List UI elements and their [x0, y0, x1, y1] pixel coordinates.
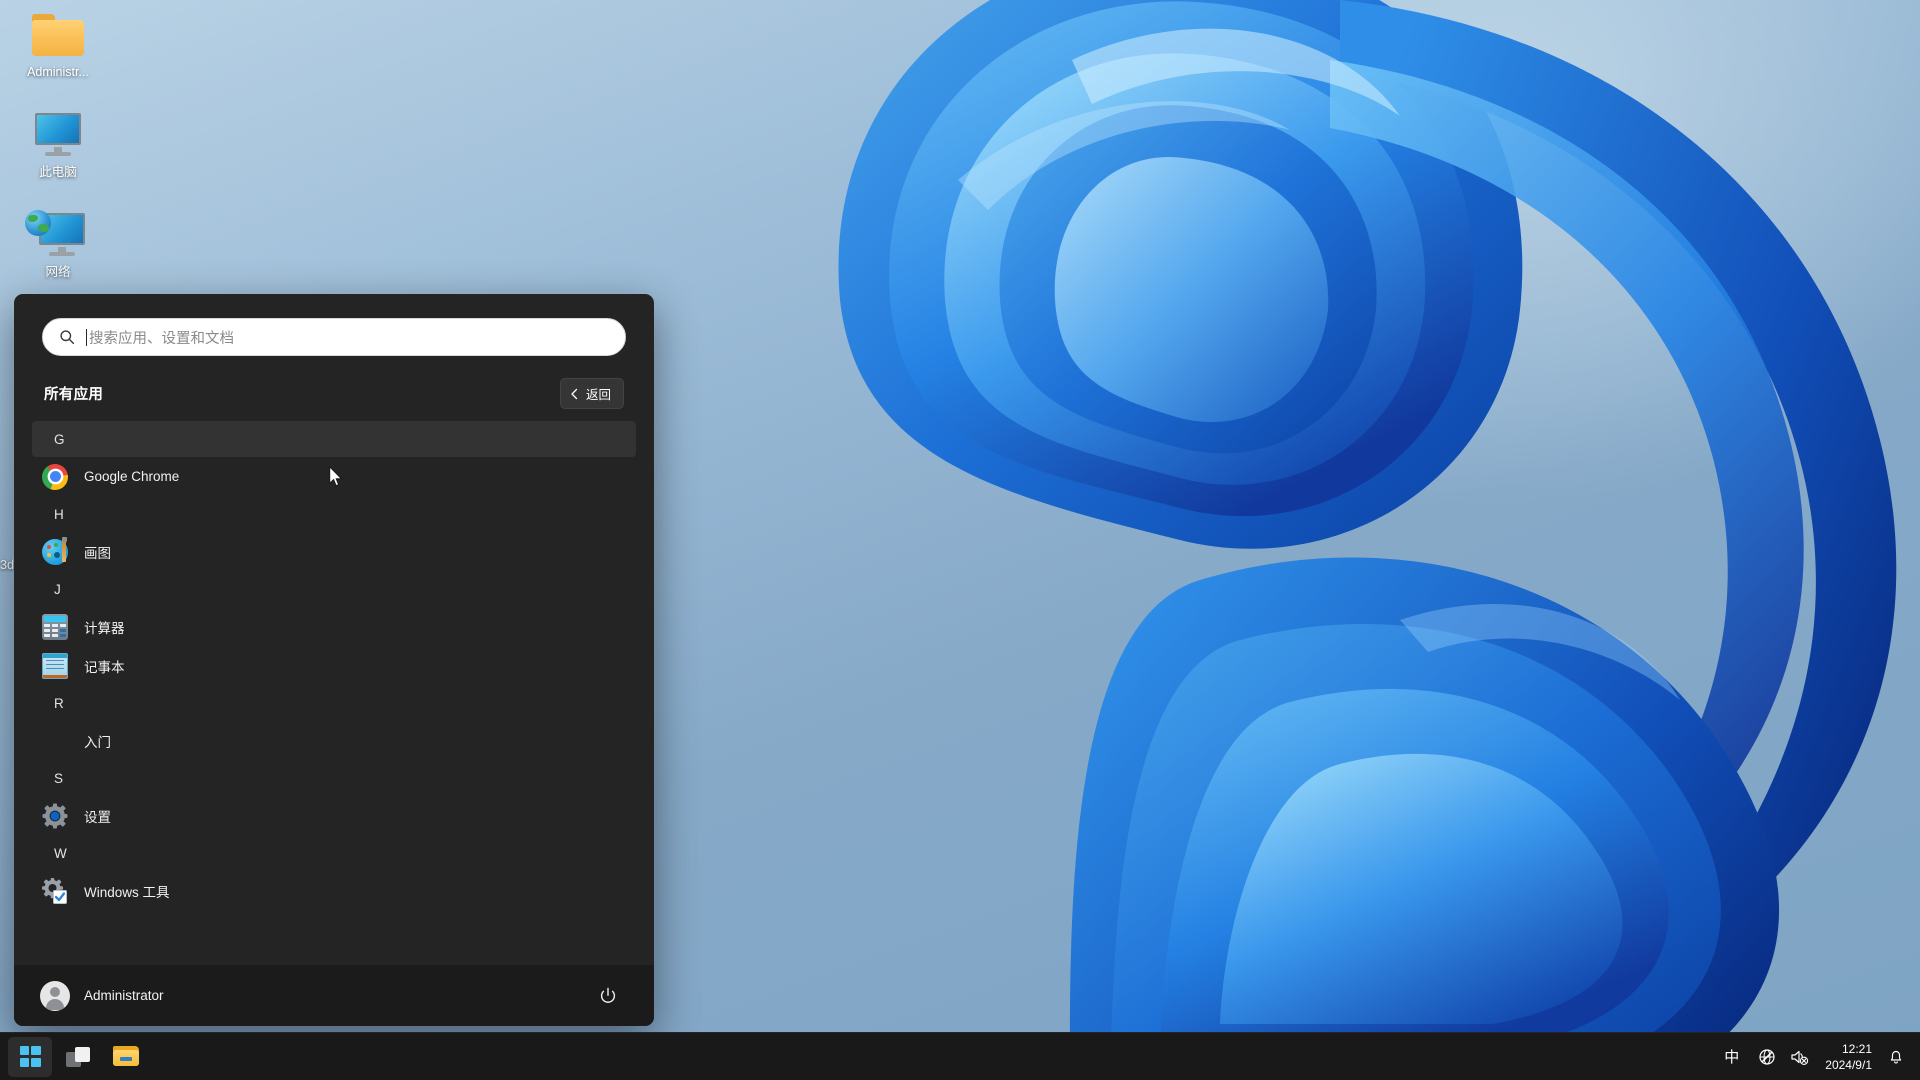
section-letter: R [54, 695, 64, 711]
section-letter: G [54, 431, 65, 447]
app-label: 计算器 [84, 620, 125, 636]
this-pc-icon [8, 110, 108, 160]
settings-gear-icon [42, 803, 68, 829]
ime-indicator[interactable]: 中 [1719, 1043, 1744, 1070]
all-apps-list[interactable]: G Google Chrome H 画图 J 计算器 记事本 R 入门 S 设置… [14, 415, 654, 964]
section-letter: S [54, 770, 64, 786]
start-menu-search-row: 搜索应用、设置和文档 [14, 294, 654, 356]
power-button[interactable] [594, 982, 622, 1010]
taskbar-buttons [0, 1036, 148, 1077]
start-menu-panel: 搜索应用、设置和文档 所有应用 返回 G Google Chrome H 画图 … [14, 294, 654, 1026]
section-header-r[interactable]: R [32, 685, 636, 721]
paint-icon [42, 536, 68, 565]
search-input[interactable]: 搜索应用、设置和文档 [42, 318, 626, 356]
back-button[interactable]: 返回 [559, 378, 624, 409]
section-header-g[interactable]: G [32, 421, 636, 457]
section-header-j[interactable]: J [32, 571, 636, 607]
section-letter: J [54, 581, 61, 597]
app-label: Google Chrome [84, 469, 180, 484]
desktop-icon-administrator[interactable]: Administr... [8, 10, 108, 80]
volume-button[interactable] [1790, 1048, 1809, 1066]
desktop-icon-label: 此电脑 [39, 165, 77, 179]
speaker-muted-icon [1791, 1050, 1809, 1065]
user-name-label: Administrator [84, 988, 164, 1003]
clock-time: 12:21 [1841, 1041, 1872, 1056]
task-view-icon [66, 1046, 90, 1067]
network-status-button[interactable] [1758, 1048, 1776, 1066]
task-view-button[interactable] [56, 1037, 100, 1077]
all-apps-title: 所有应用 [44, 387, 104, 403]
network-icon [8, 210, 108, 260]
clock-date: 2024/9/1 [1825, 1057, 1872, 1072]
user-account-button[interactable]: Administrator [40, 980, 164, 1011]
section-header-w[interactable]: W [32, 835, 636, 871]
section-header-h[interactable]: H [32, 496, 636, 532]
app-label: Windows 工具 [84, 884, 170, 900]
section-header-s[interactable]: S [32, 760, 636, 796]
app-row-windows-tools[interactable]: Windows 工具 [32, 871, 636, 910]
start-button[interactable] [8, 1036, 52, 1077]
taskbar: 中 12:21 2024/9/1 [0, 1032, 1920, 1080]
user-avatar-icon [40, 980, 70, 1011]
start-menu-footer: Administrator [14, 964, 654, 1026]
windows-logo-icon [19, 1046, 41, 1067]
app-row-notepad[interactable]: 记事本 [32, 646, 636, 685]
file-explorer-button[interactable] [104, 1037, 148, 1077]
desktop-icon-label: Administr... [27, 65, 89, 79]
power-icon [600, 987, 616, 1003]
app-row-calculator[interactable]: 计算器 [32, 607, 636, 646]
chrome-icon [42, 463, 68, 490]
system-tray: 中 12:21 2024/9/1 [1719, 1041, 1920, 1073]
back-button-label: 返回 [585, 388, 611, 402]
desktop-icon-this-pc[interactable]: 此电脑 [8, 110, 108, 180]
chevron-left-icon [571, 388, 578, 399]
windows-tools-icon [42, 877, 68, 904]
app-label: 设置 [84, 809, 111, 825]
search-placeholder: 搜索应用、设置和文档 [89, 330, 234, 347]
section-letter: W [54, 845, 67, 861]
bell-icon [1890, 1050, 1902, 1064]
app-row-paint[interactable]: 画图 [32, 532, 636, 571]
wallpaper-bloom-art [838, 0, 1897, 1080]
notepad-icon [42, 652, 68, 679]
folder-icon [8, 10, 108, 60]
search-text-caret [86, 328, 87, 346]
desktop-icon-label: 网络 [45, 265, 71, 279]
app-label: 画图 [84, 545, 111, 561]
file-explorer-icon [113, 1046, 139, 1067]
search-icon [60, 330, 75, 345]
clock-button[interactable]: 12:21 2024/9/1 [1823, 1041, 1874, 1073]
calculator-icon [42, 613, 68, 640]
app-label: 记事本 [84, 659, 125, 675]
app-row-get-started[interactable]: 入门 [32, 721, 636, 760]
section-letter: H [54, 506, 64, 522]
app-row-google-chrome[interactable]: Google Chrome [32, 457, 636, 496]
app-label: 入门 [84, 734, 111, 750]
app-row-settings[interactable]: 设置 [32, 796, 636, 835]
notifications-button[interactable] [1888, 1048, 1904, 1065]
all-apps-header: 所有应用 返回 [14, 356, 654, 415]
desktop-icon-network[interactable]: 网络 [8, 210, 108, 280]
globe-no-internet-icon [1759, 1048, 1775, 1065]
